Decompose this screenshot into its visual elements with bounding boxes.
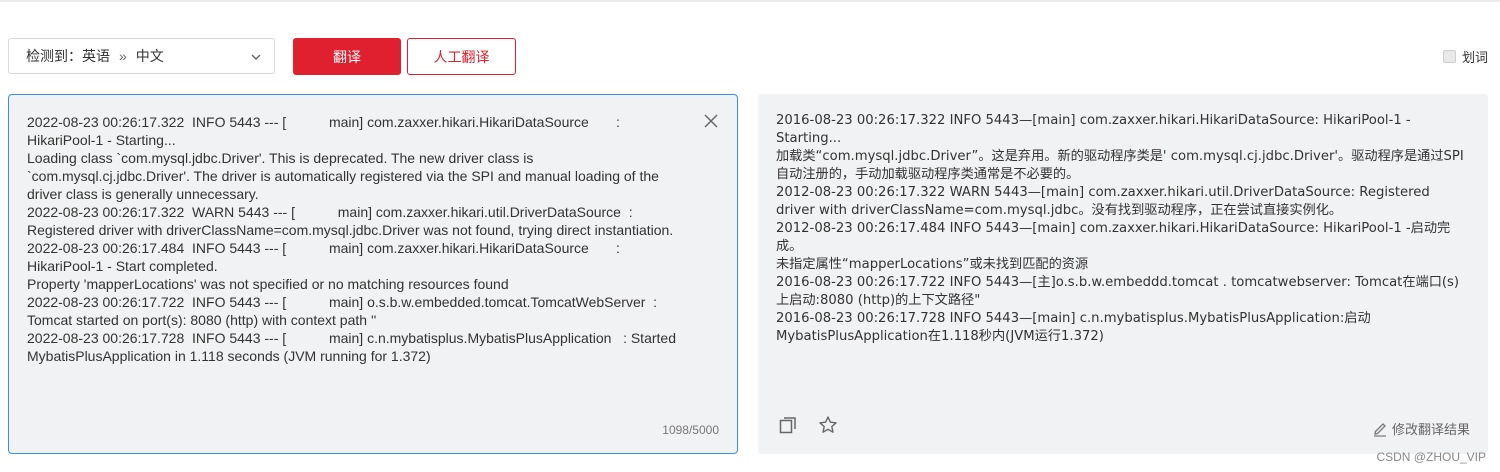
translation-text: 2016-08-23 00:26:17.322 INFO 5443—[main]…: [776, 113, 1464, 344]
chevron-down-icon: [250, 50, 262, 66]
close-icon[interactable]: [703, 113, 719, 134]
watermark: CSDN @ZHOU_VIP: [1376, 450, 1486, 464]
edit-translation-button[interactable]: 修改翻译结果: [1372, 419, 1470, 438]
top-divider: [0, 0, 1500, 2]
human-translate-button[interactable]: 人工翻译: [407, 38, 516, 75]
word-pick-toggle[interactable]: 划词: [1442, 47, 1488, 66]
word-pick-checkbox[interactable]: [1442, 50, 1456, 63]
language-select[interactable]: 检测到：英语 » 中文: [8, 38, 275, 74]
language-separator: »: [119, 48, 127, 64]
pencil-icon: [1373, 422, 1386, 437]
detected-language-label: 检测到：英语: [26, 48, 110, 64]
translation-result-panel: 2016-08-23 00:26:17.322 INFO 5443—[main]…: [758, 94, 1488, 454]
char-count: 1098/5000: [662, 423, 719, 437]
word-pick-label: 划词: [1461, 51, 1488, 66]
source-textarea[interactable]: 2022-08-23 00:26:17.322 INFO 5443 --- [ …: [27, 113, 689, 365]
source-text-panel[interactable]: 2022-08-23 00:26:17.322 INFO 5443 --- [ …: [8, 94, 738, 454]
edit-translation-label: 修改翻译结果: [1391, 423, 1470, 438]
star-icon[interactable]: [818, 415, 838, 440]
translate-button[interactable]: 翻译: [293, 38, 401, 75]
target-language-label: 中文: [135, 48, 164, 64]
copy-icon[interactable]: [778, 415, 798, 440]
